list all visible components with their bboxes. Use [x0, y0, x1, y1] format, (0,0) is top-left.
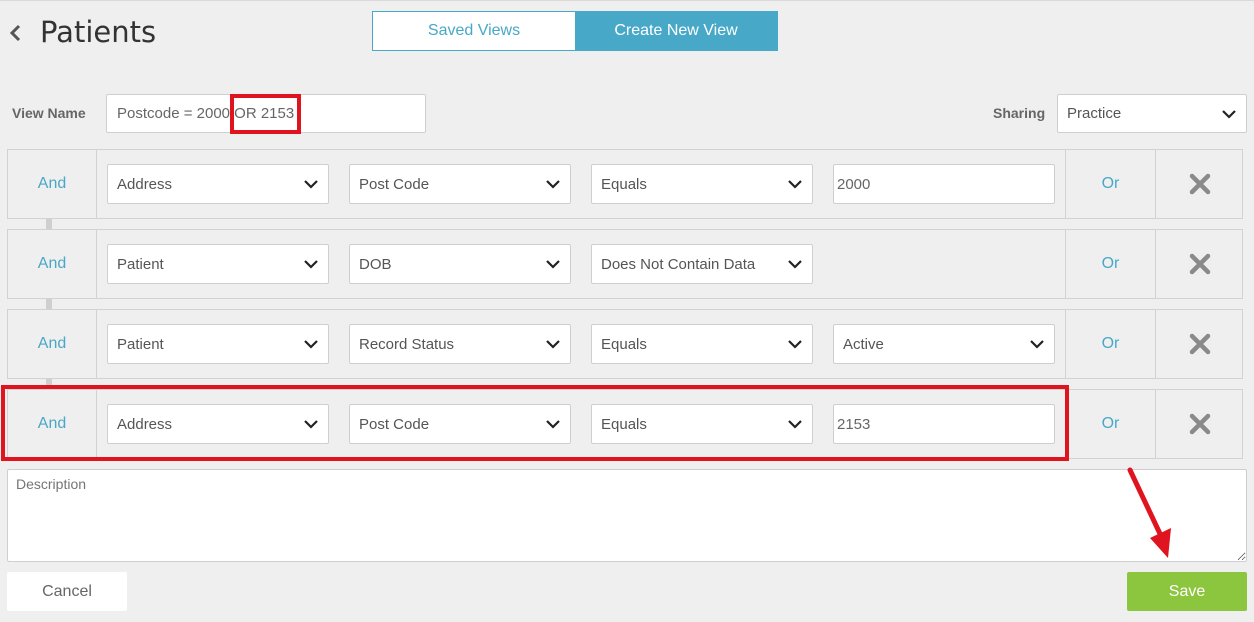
filter-row: And Patient DOB Does Not Contain Data Or: [7, 229, 1243, 299]
chevron-down-icon: [304, 420, 318, 429]
chevron-down-icon: [546, 420, 560, 429]
chevron-down-icon: [546, 340, 560, 349]
filter-subfield: Post Code: [359, 175, 430, 193]
filter-operator: Equals: [601, 175, 647, 193]
filter-field: Patient: [117, 335, 164, 353]
filter-subfield: DOB: [359, 255, 392, 273]
remove-filter-button[interactable]: [1155, 390, 1243, 458]
remove-filter-button[interactable]: [1155, 230, 1243, 298]
tab-create-new-view[interactable]: Create New View: [575, 12, 777, 50]
and-button[interactable]: And: [8, 150, 97, 218]
filter-subfield-select[interactable]: Post Code: [349, 404, 571, 444]
filter-subfield-select[interactable]: DOB: [349, 244, 571, 284]
chevron-down-icon: [788, 180, 802, 189]
filter-subfield: Post Code: [359, 415, 430, 433]
remove-filter-button[interactable]: [1155, 310, 1243, 378]
sharing-select[interactable]: Practice: [1057, 94, 1247, 133]
view-name-label: View Name: [12, 105, 86, 121]
filter-row: And Address Post Code Equals 2153 Or: [7, 389, 1243, 459]
filter-field: Address: [117, 175, 173, 193]
chevron-down-icon: [788, 420, 802, 429]
chevron-down-icon: [304, 180, 318, 189]
filter-operator-select[interactable]: Equals: [591, 164, 813, 204]
filter-value-select[interactable]: Active: [833, 324, 1055, 364]
remove-filter-button[interactable]: [1155, 150, 1243, 218]
filter-field: Address: [117, 415, 173, 433]
filter-field-select[interactable]: Patient: [107, 324, 329, 364]
or-button[interactable]: Or: [1065, 390, 1155, 458]
filter-row: And Address Post Code Equals 2000 Or: [7, 149, 1243, 219]
filter-value-input[interactable]: 2000: [833, 164, 1055, 204]
or-button[interactable]: Or: [1065, 230, 1155, 298]
chevron-down-icon: [1222, 109, 1236, 119]
and-button[interactable]: And: [8, 230, 97, 298]
chevron-down-icon: [304, 260, 318, 269]
filter-operator: Equals: [601, 415, 647, 433]
view-name-input[interactable]: Postcode = 2000 OR 2153: [106, 94, 426, 133]
filter-row: And Patient Record Status Equals Active Or: [7, 309, 1243, 379]
filter-operator: Does Not Contain Data: [601, 255, 756, 273]
or-button[interactable]: Or: [1065, 150, 1155, 218]
page-title: Patients: [40, 15, 157, 49]
back-chevron-icon[interactable]: [6, 20, 24, 46]
filter-subfield-select[interactable]: Post Code: [349, 164, 571, 204]
filter-operator: Equals: [601, 335, 647, 353]
sharing-value: Practice: [1067, 105, 1122, 122]
sharing-label: Sharing: [993, 105, 1046, 121]
chevron-down-icon: [546, 260, 560, 269]
filter-field-select[interactable]: Patient: [107, 244, 329, 284]
tab-saved-views[interactable]: Saved Views: [373, 12, 575, 50]
description-textarea[interactable]: [7, 469, 1247, 562]
view-tabs: Saved Views Create New View: [372, 11, 778, 51]
filter-field: Patient: [117, 255, 164, 273]
close-icon: [1189, 333, 1210, 355]
top-divider: [0, 0, 1254, 1]
filter-operator-select[interactable]: Equals: [591, 404, 813, 444]
chevron-down-icon: [788, 340, 802, 349]
chevron-down-icon: [1030, 340, 1044, 349]
cancel-button[interactable]: Cancel: [7, 572, 127, 611]
chevron-down-icon: [546, 180, 560, 189]
chevron-down-icon: [788, 260, 802, 269]
view-name-value: Postcode = 2000 OR 2153: [117, 105, 295, 122]
filter-subfield-select[interactable]: Record Status: [349, 324, 571, 364]
filter-value: 2153: [837, 415, 871, 433]
save-button[interactable]: Save: [1127, 572, 1247, 611]
close-icon: [1189, 253, 1210, 275]
filter-subfield: Record Status: [359, 335, 455, 353]
filter-operator-select[interactable]: Equals: [591, 324, 813, 364]
and-button[interactable]: And: [8, 390, 97, 458]
filter-field-select[interactable]: Address: [107, 404, 329, 444]
filter-operator-select[interactable]: Does Not Contain Data: [591, 244, 813, 284]
filter-field-select[interactable]: Address: [107, 164, 329, 204]
close-icon: [1189, 173, 1210, 195]
and-button[interactable]: And: [8, 310, 97, 378]
close-icon: [1189, 413, 1210, 435]
filter-value-input[interactable]: 2153: [833, 404, 1055, 444]
filter-value: 2000: [837, 175, 871, 193]
filter-value: Active: [843, 335, 884, 353]
chevron-down-icon: [304, 340, 318, 349]
or-button[interactable]: Or: [1065, 310, 1155, 378]
